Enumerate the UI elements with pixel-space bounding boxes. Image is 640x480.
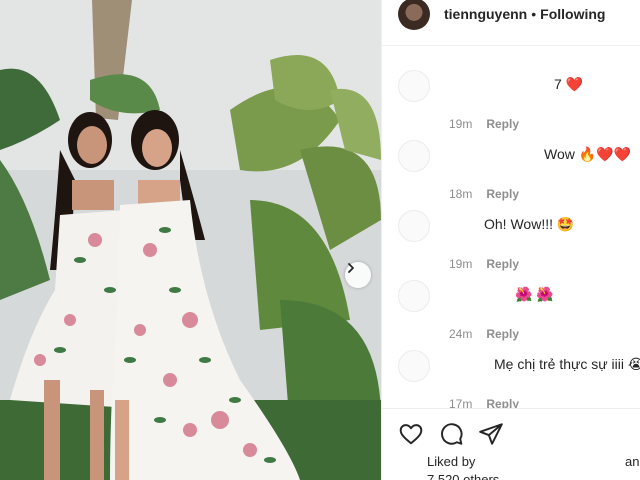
comment-item: Oh! Wow!!! 🤩 19m Reply: [382, 210, 640, 280]
comment-time[interactable]: 19m: [449, 117, 472, 131]
comment-meta: 19m Reply: [449, 257, 519, 271]
reply-button[interactable]: Reply: [486, 327, 519, 341]
comment-time[interactable]: 18m: [449, 187, 472, 201]
comment-item: 7 ❤️ 19m Reply: [382, 70, 640, 140]
comment-time[interactable]: 24m: [449, 327, 472, 341]
post-photo[interactable]: [0, 0, 381, 480]
comment-time[interactable]: 17m: [449, 397, 472, 408]
next-photo-button[interactable]: [345, 262, 371, 288]
author-username[interactable]: tiennguyenn: [444, 6, 527, 22]
likes-count[interactable]: 7,520 others: [427, 472, 499, 480]
commenter-avatar[interactable]: [398, 210, 430, 242]
share-button[interactable]: [478, 421, 504, 447]
header-separator: •: [531, 5, 537, 22]
reply-button[interactable]: Reply: [486, 187, 519, 201]
comments-list[interactable]: 7 ❤️ 19m Reply Wow 🔥❤️❤️ 18m Reply Oh! W…: [382, 46, 640, 408]
comment-item: 🌺 🌺 24m Reply: [382, 280, 640, 350]
reply-button[interactable]: Reply: [486, 117, 519, 131]
post-actions: [382, 408, 640, 480]
comment-meta: 19m Reply: [449, 117, 519, 131]
comment-meta: 24m Reply: [449, 327, 519, 341]
photo-illustration: [0, 0, 381, 480]
liked-by-prefix: Liked by: [427, 454, 476, 469]
post-side-panel: tiennguyenn • Following 7 ❤️ 19m Reply W…: [381, 0, 640, 480]
comment-text: Mẹ chị trẻ thực sự iiii 😭: [494, 356, 640, 372]
comment-text: Oh! Wow!!! 🤩: [484, 216, 575, 232]
comment-button[interactable]: [438, 421, 464, 447]
comment-text: 🌺 🌺: [515, 286, 554, 302]
heart-icon: [399, 424, 423, 445]
comment-meta: 18m Reply: [449, 187, 519, 201]
comment-item: Mẹ chị trẻ thực sự iiii 😭 17m Reply: [382, 350, 640, 408]
commenter-avatar[interactable]: [398, 350, 430, 382]
comment-text: 7 ❤️: [554, 76, 584, 92]
comment-icon: [441, 423, 463, 445]
share-icon: [479, 423, 503, 445]
comment-meta: 17m Reply: [449, 397, 519, 408]
like-button[interactable]: [398, 421, 424, 447]
following-button[interactable]: Following: [540, 6, 605, 22]
liked-by-suffix: and: [625, 454, 640, 469]
comment-item: Wow 🔥❤️❤️ 18m Reply: [382, 140, 640, 210]
commenter-avatar[interactable]: [398, 140, 430, 172]
commenter-avatar[interactable]: [398, 70, 430, 102]
reply-button[interactable]: Reply: [486, 257, 519, 271]
reply-button[interactable]: Reply: [486, 397, 519, 408]
comment-text: Wow 🔥❤️❤️: [544, 146, 632, 162]
comment-time[interactable]: 19m: [449, 257, 472, 271]
chevron-right-icon: [348, 263, 354, 273]
commenter-avatar[interactable]: [398, 280, 430, 312]
post-header: tiennguyenn • Following: [382, 0, 640, 46]
author-avatar[interactable]: [398, 0, 430, 30]
